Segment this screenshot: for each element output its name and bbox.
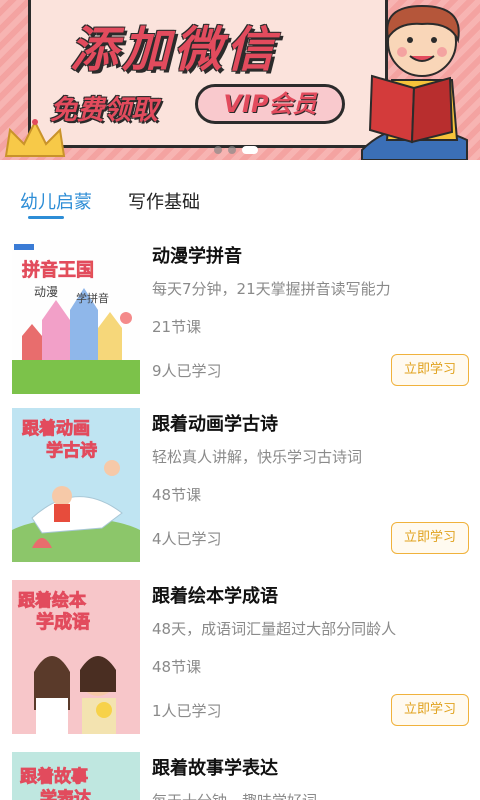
course-lesson-count: 21节课 bbox=[152, 318, 202, 336]
reading-kid-illustration bbox=[361, 4, 468, 160]
promo-banner[interactable]: 添加微信 免费领取 VIP会员 bbox=[0, 0, 480, 160]
course-title: 跟着故事学表达 bbox=[152, 758, 278, 779]
start-learning-button[interactable]: 立即学习 bbox=[391, 694, 469, 726]
banner-vip-badge: VIP会员 bbox=[195, 84, 345, 124]
course-description: 每天7分钟，21天掌握拼音读写能力 bbox=[152, 280, 391, 298]
banner-pagination bbox=[214, 146, 258, 154]
course-learner-count: 1人已学习 bbox=[152, 702, 222, 720]
course-learner-count: 4人已学习 bbox=[152, 530, 222, 548]
course-item[interactable]: 跟着故事 学表达 跟着故事学表达 每天十分钟，趣味学好词 bbox=[0, 752, 480, 800]
cover-title: 跟着故事 bbox=[20, 766, 88, 787]
course-learner-count: 9人已学习 bbox=[152, 362, 222, 380]
pagination-dot-active[interactable] bbox=[242, 146, 258, 154]
course-description: 每天十分钟，趣味学好词 bbox=[152, 790, 317, 800]
cover-sub: 动漫 bbox=[34, 285, 58, 299]
cover-title: 拼音王国 bbox=[22, 259, 94, 281]
course-description: 48天，成语词汇量超过大部分同龄人 bbox=[152, 620, 397, 638]
course-title: 动漫学拼音 bbox=[152, 246, 242, 267]
cover-sub: 学古诗 bbox=[46, 440, 97, 461]
course-title: 跟着绘本学成语 bbox=[152, 586, 278, 607]
course-item[interactable]: 拼音王国 动漫 学拼音 动漫学拼音 每天7分钟，21天掌握拼音读写能力 21节课… bbox=[0, 240, 480, 400]
course-item[interactable]: 跟着动画 学古诗 跟着动画学古诗 轻松真人讲解，快乐学习古诗词 48节课 4人已… bbox=[0, 408, 480, 568]
tab-early-learning[interactable]: 幼儿启蒙 bbox=[20, 188, 92, 214]
course-cover-image: 拼音王国 动漫 学拼音 bbox=[12, 240, 140, 394]
crown-icon bbox=[4, 119, 66, 157]
course-cover-image: 跟着动画 学古诗 bbox=[12, 408, 140, 562]
course-description: 轻松真人讲解，快乐学习古诗词 bbox=[152, 448, 363, 466]
cover-sub: 学拼音 bbox=[76, 291, 109, 305]
cover-sub: 学成语 bbox=[36, 611, 90, 633]
start-learning-button[interactable]: 立即学习 bbox=[391, 522, 469, 554]
banner-title: 添加微信 bbox=[70, 22, 279, 78]
pagination-dot[interactable] bbox=[228, 146, 236, 154]
active-tab-indicator bbox=[28, 216, 64, 219]
pagination-dot[interactable] bbox=[214, 146, 222, 154]
cover-sub: 学表达 bbox=[40, 788, 91, 800]
category-tabs: 幼儿启蒙 写作基础 bbox=[0, 172, 480, 228]
course-cover-image: 跟着绘本 学成语 bbox=[12, 580, 140, 734]
course-title: 跟着动画学古诗 bbox=[152, 414, 278, 435]
cover-title: 跟着绘本 bbox=[18, 590, 86, 611]
course-lesson-count: 48节课 bbox=[152, 658, 202, 676]
tab-writing-basics[interactable]: 写作基础 bbox=[128, 188, 200, 214]
cover-title: 跟着动画 bbox=[22, 418, 90, 439]
course-lesson-count: 48节课 bbox=[152, 486, 202, 504]
start-learning-button[interactable]: 立即学习 bbox=[391, 354, 469, 386]
course-item[interactable]: 跟着绘本 学成语 跟着绘本学成语 48天，成语词汇量超过大部分同龄人 48节课 … bbox=[0, 580, 480, 740]
course-cover-image: 跟着故事 学表达 bbox=[12, 752, 140, 800]
